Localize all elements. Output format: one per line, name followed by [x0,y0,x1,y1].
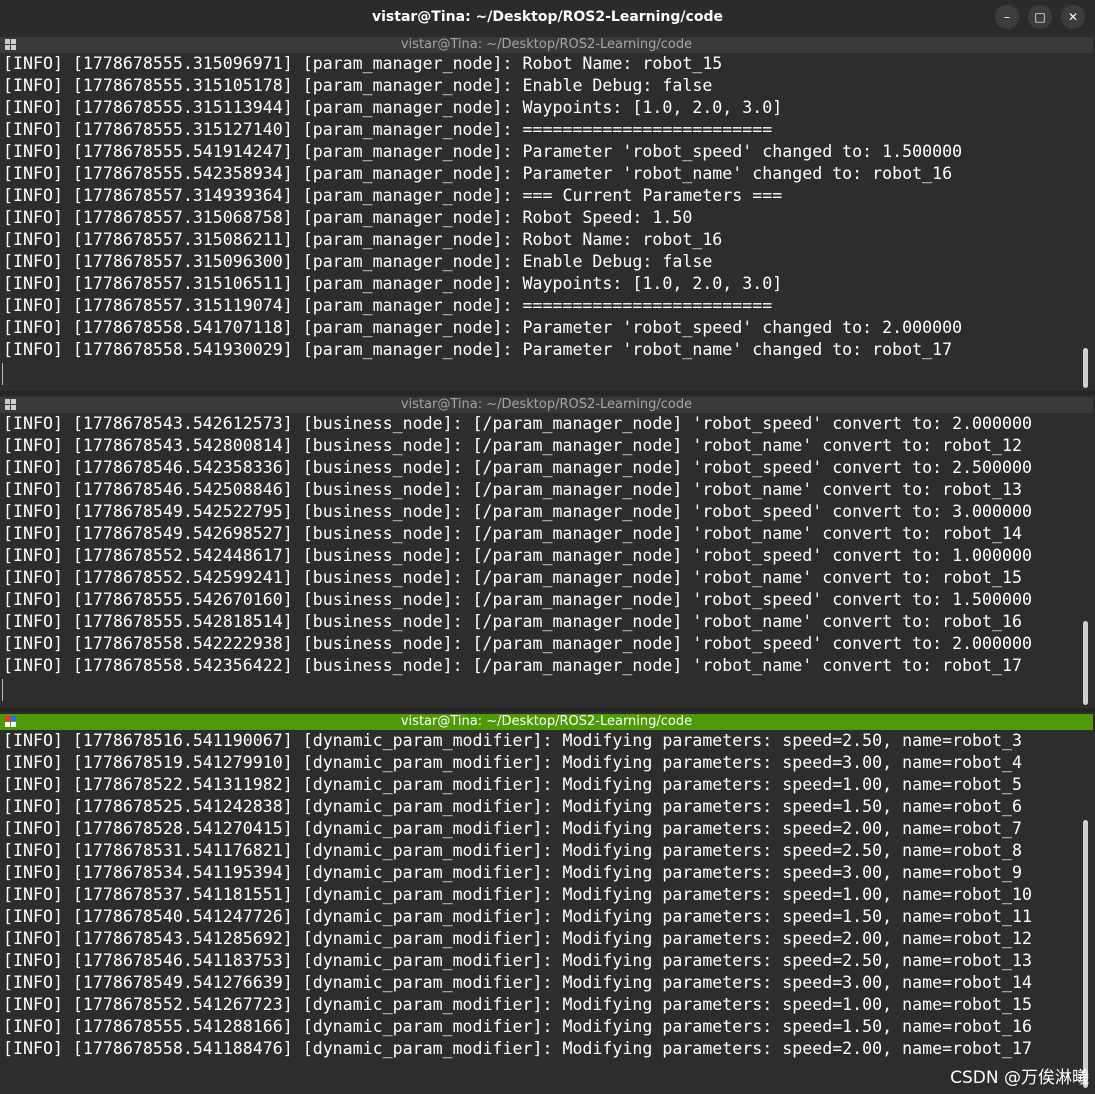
terminal-pane-business-node[interactable]: vistar@Tina: ~/Desktop/ROS2-Learning/cod… [0,397,1093,707]
pane-divider[interactable] [0,708,1095,712]
log-line: [INFO] [1778678543.541285692] [dynamic_p… [3,929,1032,948]
log-line: [INFO] [1778678540.541247726] [dynamic_p… [3,907,1032,926]
terminal-pane-param-manager[interactable]: vistar@Tina: ~/Desktop/ROS2-Learning/cod… [0,37,1093,390]
log-line: [INFO] [1778678549.542522795] [business_… [3,502,1032,521]
scrollbar-thumb[interactable] [1083,348,1088,388]
log-line: [INFO] [1778678528.541270415] [dynamic_p… [3,819,1023,838]
log-line: [INFO] [1778678546.542508846] [business_… [3,480,1023,499]
log-line: [INFO] [1778678555.541914247] [param_man… [3,142,963,161]
log-line: [INFO] [1778678555.541288166] [dynamic_p… [3,1017,1032,1036]
terminal-cursor [2,363,3,385]
log-line: [INFO] [1778678516.541190067] [dynamic_p… [3,731,1023,750]
log-line: [INFO] [1778678555.315127140] [param_man… [3,120,773,139]
log-line: [INFO] [1778678549.542698527] [business_… [3,524,1023,543]
log-line: [INFO] [1778678525.541242838] [dynamic_p… [3,797,1023,816]
window-controls: – □ ✕ [995,5,1085,29]
log-line: [INFO] [1778678557.315119074] [param_man… [3,296,773,315]
scrollbar-thumb[interactable] [1083,621,1088,705]
log-line: [INFO] [1778678557.315096300] [param_man… [3,252,713,271]
log-line: [INFO] [1778678543.542612573] [business_… [3,414,1032,433]
pane-title: vistar@Tina: ~/Desktop/ROS2-Learning/cod… [400,397,693,412]
terminator-grid-icon[interactable] [5,716,17,728]
close-button[interactable]: ✕ [1061,5,1085,29]
terminator-grid-icon[interactable] [5,39,17,51]
log-line: [INFO] [1778678557.314939364] [param_man… [3,186,783,205]
pane-title: vistar@Tina: ~/Desktop/ROS2-Learning/cod… [400,37,693,52]
log-line: [INFO] [1778678546.541183753] [dynamic_p… [3,951,1032,970]
log-line: [INFO] [1778678546.542358336] [business_… [3,458,1032,477]
log-line: [INFO] [1778678558.542222938] [business_… [3,634,1032,653]
maximize-icon: □ [1034,10,1046,24]
log-line: [INFO] [1778678555.315096971] [param_man… [3,54,723,73]
log-line: [INFO] [1778678558.541188476] [dynamic_p… [3,1039,1032,1058]
log-line: [INFO] [1778678549.541276639] [dynamic_p… [3,973,1032,992]
log-line: [INFO] [1778678557.315106511] [param_man… [3,274,783,293]
log-line: [INFO] [1778678543.542800814] [business_… [3,436,1023,455]
terminal-cursor [2,679,3,701]
log-line: [INFO] [1778678555.315105178] [param_man… [3,76,713,95]
pane-header[interactable]: vistar@Tina: ~/Desktop/ROS2-Learning/cod… [0,37,1093,53]
watermark: CSDN @万俟淋曦 [950,1068,1089,1088]
minimize-button[interactable]: – [995,5,1019,29]
log-line: [INFO] [1778678552.542448617] [business_… [3,546,1032,565]
pane-header-active[interactable]: vistar@Tina: ~/Desktop/ROS2-Learning/cod… [0,714,1093,730]
pane-header[interactable]: vistar@Tina: ~/Desktop/ROS2-Learning/cod… [0,397,1093,413]
log-line: [INFO] [1778678537.541181551] [dynamic_p… [3,885,1032,904]
close-icon: ✕ [1067,10,1079,24]
minimize-icon: – [1004,10,1010,24]
log-line: [INFO] [1778678531.541176821] [dynamic_p… [3,841,1023,860]
terminal-output[interactable]: [INFO] [1778678543.542612573] [business_… [0,413,1093,677]
log-line: [INFO] [1778678552.542599241] [business_… [3,568,1023,587]
terminal-pane-dynamic-param-modifier[interactable]: vistar@Tina: ~/Desktop/ROS2-Learning/cod… [0,714,1093,1092]
log-line: [INFO] [1778678555.542670160] [business_… [3,590,1032,609]
log-line: [INFO] [1778678555.542818514] [business_… [3,612,1023,631]
log-line: [INFO] [1778678555.315113944] [param_man… [3,98,783,117]
window-title: vistar@Tina: ~/Desktop/ROS2-Learning/cod… [372,9,723,25]
terminal-output[interactable]: [INFO] [1778678555.315096971] [param_man… [0,53,1093,361]
log-line: [INFO] [1778678558.542356422] [business_… [3,656,1023,675]
log-line: [INFO] [1778678534.541195394] [dynamic_p… [3,863,1023,882]
log-line: [INFO] [1778678558.541707118] [param_man… [3,318,963,337]
log-line: [INFO] [1778678522.541311982] [dynamic_p… [3,775,1023,794]
maximize-button[interactable]: □ [1028,5,1052,29]
pane-title: vistar@Tina: ~/Desktop/ROS2-Learning/cod… [400,714,693,729]
log-line: [INFO] [1778678557.315068758] [param_man… [3,208,693,227]
terminator-grid-icon[interactable] [5,399,17,411]
log-line: [INFO] [1778678558.541930029] [param_man… [3,340,953,359]
terminal-output[interactable]: [INFO] [1778678516.541190067] [dynamic_p… [0,730,1093,1060]
log-line: [INFO] [1778678557.315086211] [param_man… [3,230,723,249]
log-line: [INFO] [1778678555.542358934] [param_man… [3,164,953,183]
log-line: [INFO] [1778678519.541279910] [dynamic_p… [3,753,1023,772]
log-line: [INFO] [1778678552.541267723] [dynamic_p… [3,995,1032,1014]
scrollbar-thumb[interactable] [1083,820,1088,1088]
pane-divider[interactable] [0,391,1095,395]
window-titlebar[interactable]: vistar@Tina: ~/Desktop/ROS2-Learning/cod… [0,0,1095,34]
